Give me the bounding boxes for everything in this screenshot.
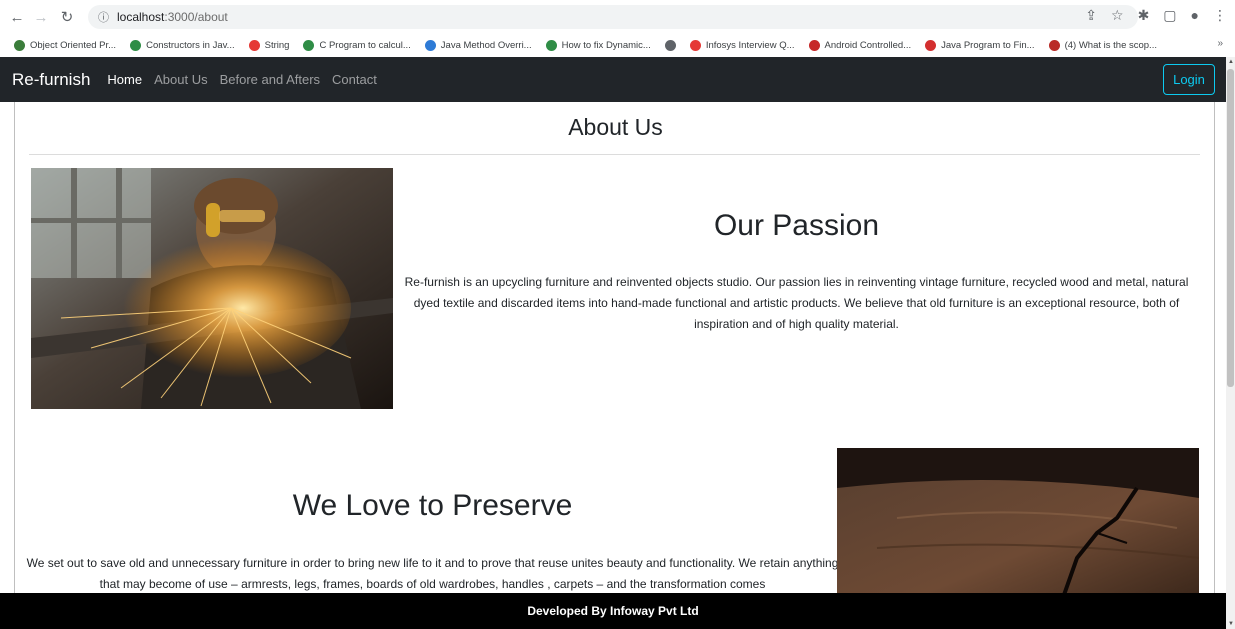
- e-icon: [808, 39, 820, 51]
- gfg-icon: [545, 39, 557, 51]
- scroll-thumb[interactable]: [1227, 69, 1234, 387]
- bookmark-label: (4) What is the scop...: [1064, 39, 1157, 51]
- bookmark-label: Android Controlled...: [824, 39, 912, 51]
- welder-grinding-sparks-image: [31, 168, 393, 409]
- bookmark-item[interactable]: Infosys Interview Q...: [689, 39, 795, 51]
- page-scrollbar[interactable]: ▲ ▼: [1226, 57, 1235, 629]
- gfg-icon: [130, 39, 142, 51]
- bookmark-item[interactable]: Java Program to Fin...: [925, 39, 1035, 51]
- site-navbar: Re-furnish Home About Us Before and Afte…: [0, 57, 1226, 102]
- bookmark-item[interactable]: Constructors in Jav...: [130, 39, 235, 51]
- bookmark-label: C Program to calcul...: [319, 39, 411, 51]
- section-text-our-passion: Re-furnish is an upcycling furniture and…: [404, 275, 1189, 331]
- browser-toolbar: ← → ↻ ⓘ localhost:3000/about ⇪ ☆ ✱ ▢ ● ⋮: [0, 0, 1235, 34]
- url-path: :3000/about: [164, 10, 228, 24]
- section-text-we-love-to-preserve: We set out to save old and unnecessary f…: [26, 556, 839, 591]
- bookmark-item[interactable]: Object Oriented Pr...: [14, 39, 117, 51]
- scroll-up-arrow-icon[interactable]: ▲: [1228, 59, 1234, 65]
- info-icon[interactable]: ⓘ: [98, 9, 109, 25]
- address-bar[interactable]: ⓘ localhost:3000/about: [88, 5, 1138, 29]
- site-footer: Developed By Infoway Pvt Ltd: [0, 593, 1226, 629]
- title-divider: [29, 154, 1200, 155]
- star-icon[interactable]: ☆: [1111, 7, 1124, 24]
- bookmarks-bar: Object Oriented Pr... Constructors in Jav…: [0, 34, 1235, 56]
- bookmark-item[interactable]: Android Controlled...: [808, 39, 912, 51]
- nav-link-home[interactable]: Home: [107, 72, 142, 87]
- profile-avatar-icon[interactable]: ●: [1191, 7, 1199, 24]
- globe-icon: [664, 39, 676, 51]
- reload-icon[interactable]: ↻: [56, 6, 78, 28]
- gfg-icon: [303, 39, 315, 51]
- login-button[interactable]: Login: [1163, 64, 1215, 95]
- scroll-down-arrow-icon[interactable]: ▼: [1228, 621, 1234, 627]
- diamond-icon: [424, 39, 436, 51]
- bookmark-label: Constructors in Jav...: [146, 39, 235, 51]
- bookmark-item[interactable]: Java Method Overri...: [424, 39, 532, 51]
- bookmark-label: String: [264, 39, 290, 51]
- bookmark-item[interactable]: String: [248, 39, 290, 51]
- v-icon: [689, 39, 701, 51]
- extensions-icon[interactable]: ✱: [1138, 7, 1150, 24]
- section-heading-our-passion: Our Passion: [713, 209, 880, 242]
- about-page-container: About Us Our Passion Re-furnish is an up…: [14, 102, 1215, 629]
- nav-link-before-and-afters[interactable]: Before and Afters: [220, 72, 320, 87]
- url-host: localhost: [117, 10, 165, 24]
- bookmark-item[interactable]: How to fix Dynamic...: [545, 39, 651, 51]
- share-icon[interactable]: ⇪: [1085, 7, 1097, 24]
- tg-icon: [925, 39, 937, 51]
- quora-icon: [1048, 39, 1060, 51]
- menu-kebab-icon[interactable]: ⋮: [1213, 7, 1227, 24]
- section-heading-we-love-to-preserve: We Love to Preserve: [292, 489, 573, 522]
- workshop-photo: [31, 168, 393, 409]
- forward-arrow-icon[interactable]: →: [30, 6, 52, 28]
- bookmark-label: How to fix Dynamic...: [561, 39, 651, 51]
- bookmark-item[interactable]: [664, 39, 676, 51]
- brand-logo[interactable]: Re-furnish: [12, 70, 90, 90]
- bookmarks-overflow-icon[interactable]: »: [1217, 38, 1223, 49]
- bookmark-label: Object Oriented Pr...: [30, 39, 117, 51]
- bookmark-item[interactable]: C Program to calcul...: [303, 39, 411, 51]
- bookmark-item[interactable]: (4) What is the scop...: [1048, 39, 1157, 51]
- page-title: About Us: [568, 114, 663, 140]
- bookmark-label: Infosys Interview Q...: [705, 39, 795, 51]
- browser-actions: ⇪ ☆ ✱ ▢ ● ⋮: [1085, 7, 1227, 24]
- sidepanel-icon[interactable]: ▢: [1163, 7, 1176, 24]
- nav-link-about-us[interactable]: About Us: [154, 72, 207, 87]
- back-arrow-icon[interactable]: ←: [6, 6, 28, 28]
- bookmark-label: Java Program to Fin...: [941, 39, 1035, 51]
- glasses-icon: [14, 39, 25, 51]
- v-icon: [248, 39, 260, 51]
- bookmark-label: Java Method Overri...: [440, 39, 532, 51]
- nav-link-contact[interactable]: Contact: [332, 72, 377, 87]
